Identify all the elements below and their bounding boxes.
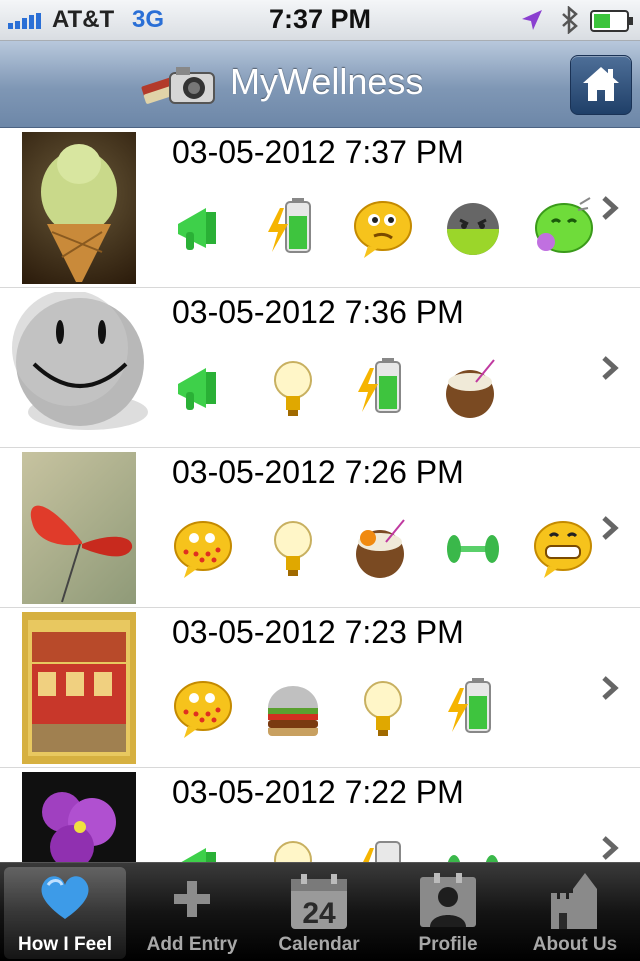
- heart-icon: [41, 876, 89, 919]
- battery-icon: [590, 10, 633, 32]
- tab-how-i-feel[interactable]: How I Feel: [4, 867, 126, 959]
- nav-title: MyWellness: [230, 61, 424, 102]
- nav-bar: MyWellness: [0, 41, 640, 128]
- status-bar: AT&T 3G 7:37 PM: [0, 0, 640, 41]
- home-button[interactable]: [570, 55, 632, 115]
- nauseous-face-icon: [535, 197, 593, 253]
- tab-label: Profile: [418, 934, 478, 955]
- coconut-drink-icon: [356, 519, 405, 578]
- entry-row[interactable]: 03-05-2012 7:22 PM: [0, 768, 640, 862]
- lightbulb-icon: [274, 841, 312, 862]
- grinning-face-icon: [534, 521, 592, 578]
- battery-charge-icon: [448, 678, 491, 733]
- tab-label: How I Feel: [18, 934, 112, 955]
- entry-row[interactable]: 03-05-2012 7:37 PM: [0, 128, 640, 288]
- entry-timestamp: 03-05-2012 7:22 PM: [172, 774, 464, 810]
- lightbulb-icon: [274, 361, 312, 416]
- svg-text:24: 24: [302, 897, 336, 930]
- entry-timestamp: 03-05-2012 7:26 PM: [172, 454, 464, 490]
- smiley-ball-photo: [10, 292, 156, 444]
- lightbulb-icon: [364, 681, 402, 736]
- megaphone-icon: [178, 208, 216, 250]
- sick-face-icon: [447, 203, 499, 255]
- thinking-face-icon: [354, 201, 412, 258]
- dumbbell-icon: [447, 535, 499, 563]
- megaphone-icon: [181, 848, 216, 862]
- entry-list[interactable]: 03-05-2012 7:37 PM 03-05-2012 7:36 PM 03…: [0, 128, 640, 862]
- tab-bar: How I Feel Add Entry 24 Calendar Profile: [0, 862, 640, 961]
- books-camera-logo: [141, 67, 215, 104]
- burger-icon: [268, 686, 318, 736]
- tab-label: Calendar: [278, 934, 360, 955]
- entry-row[interactable]: 03-05-2012 7:26 PM: [0, 448, 640, 608]
- chevron-right-icon: [602, 356, 619, 380]
- tab-label: About Us: [532, 934, 618, 955]
- entry-row[interactable]: 03-05-2012 7:36 PM: [0, 288, 640, 448]
- home-icon: [583, 67, 619, 101]
- dumbbell-icon: [447, 855, 499, 862]
- spotted-face-icon: [174, 521, 232, 578]
- megaphone-icon: [178, 368, 216, 410]
- chevron-right-icon: [602, 196, 619, 220]
- chevron-right-icon: [602, 836, 619, 860]
- plus-icon: [174, 881, 210, 917]
- location-arrow-icon: [522, 10, 542, 30]
- calendar-icon: 24: [291, 874, 347, 930]
- chevron-right-icon: [602, 676, 619, 700]
- entry-timestamp: 03-05-2012 7:37 PM: [172, 134, 464, 170]
- tab-add-entry[interactable]: Add Entry: [131, 867, 253, 959]
- tab-label: Add Entry: [146, 934, 238, 955]
- battery-charge-icon: [358, 358, 401, 413]
- tab-profile[interactable]: Profile: [387, 867, 509, 959]
- entry-timestamp: 03-05-2012 7:23 PM: [172, 614, 464, 650]
- lightbulb-icon: [274, 521, 312, 576]
- purple-flower-photo: [22, 772, 136, 862]
- castle-icon: [551, 873, 597, 929]
- entry-row[interactable]: 03-05-2012 7:23 PM: [0, 608, 640, 768]
- ice-cream-cone-photo: [22, 132, 136, 284]
- butterfly-photo: [22, 452, 136, 604]
- battery-charge-icon: [268, 198, 311, 253]
- tab-calendar[interactable]: 24 Calendar: [258, 867, 380, 959]
- storefront-painting-photo: [22, 612, 136, 764]
- tab-about-us[interactable]: About Us: [514, 867, 636, 959]
- chevron-right-icon: [602, 516, 619, 540]
- coconut-drink-icon: [446, 359, 495, 418]
- bluetooth-icon: [562, 6, 578, 34]
- entry-timestamp: 03-05-2012 7:36 PM: [172, 294, 464, 330]
- spotted-face-icon: [174, 681, 232, 738]
- profile-icon: [420, 873, 476, 927]
- battery-charge-icon: [363, 841, 401, 862]
- status-time: 7:37 PM: [268, 4, 372, 34]
